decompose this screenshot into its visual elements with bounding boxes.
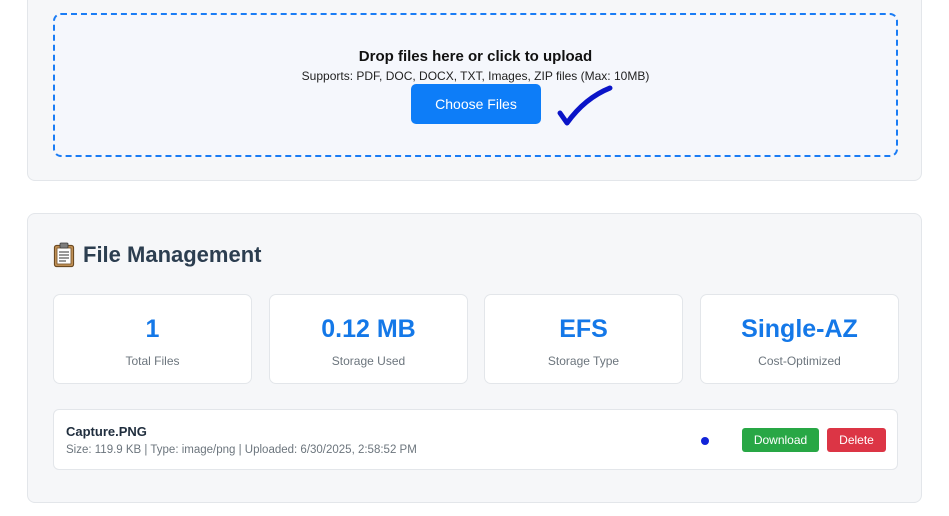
stat-storage-used: 0.12 MB Storage Used xyxy=(269,294,468,384)
stat-label: Total Files xyxy=(125,354,180,368)
choose-files-button[interactable]: Choose Files xyxy=(411,84,541,124)
file-meta: Size: 119.9 KB | Type: image/png | Uploa… xyxy=(66,444,417,456)
dropzone-subtitle: Supports: PDF, DOC, DOCX, TXT, Images, Z… xyxy=(301,69,650,83)
checkmark-icon xyxy=(557,85,613,126)
file-management-card: File Management 1 Total Files 0.12 MB St… xyxy=(27,213,922,503)
stat-label: Storage Used xyxy=(331,354,406,368)
download-button[interactable]: Download xyxy=(742,428,819,452)
stat-value: Single-AZ xyxy=(741,315,858,343)
file-name: Capture.PNG xyxy=(66,424,147,439)
stat-storage-type: EFS Storage Type xyxy=(484,294,683,384)
delete-button[interactable]: Delete xyxy=(827,428,886,452)
status-dot-icon xyxy=(701,437,709,445)
page-title: File Management xyxy=(83,242,262,267)
section-header: File Management xyxy=(53,242,261,268)
upload-card: Drop files here or click to upload Suppo… xyxy=(27,0,922,181)
stat-label: Cost-Optimized xyxy=(758,354,841,368)
stat-label: Storage Type xyxy=(547,354,620,368)
stat-total-files: 1 Total Files xyxy=(53,294,252,384)
file-list-item: Capture.PNG Size: 119.9 KB | Type: image… xyxy=(53,409,898,470)
stat-availability: Single-AZ Cost-Optimized xyxy=(700,294,899,384)
stat-value: EFS xyxy=(559,315,608,343)
clipboard-icon xyxy=(53,242,75,268)
file-dropzone[interactable]: Drop files here or click to upload Suppo… xyxy=(53,13,898,157)
stat-value: 1 xyxy=(145,315,160,343)
stat-value: 0.12 MB xyxy=(321,315,416,343)
dropzone-title: Drop files here or click to upload xyxy=(358,48,593,65)
